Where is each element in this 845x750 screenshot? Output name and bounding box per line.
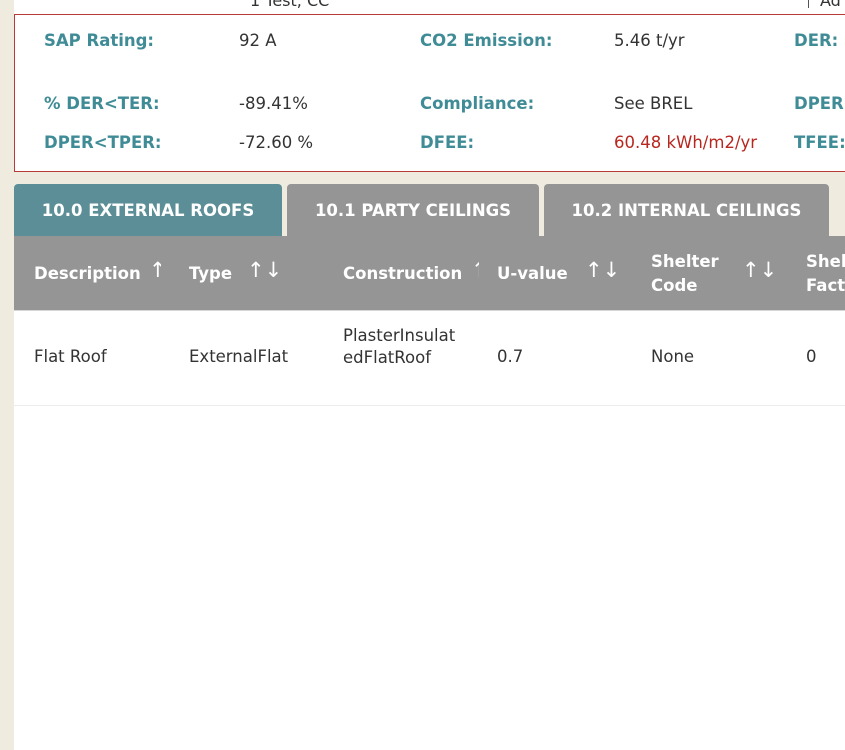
sort-arrows-icon[interactable]: ↑↓ xyxy=(149,258,161,282)
property-header-strip: 1 Test, CC Ad xyxy=(14,0,845,14)
column-label-shelter-factor-line2: Fact xyxy=(806,275,845,295)
header-divider xyxy=(808,0,809,8)
column-header-type[interactable]: Type xyxy=(189,236,249,311)
column-header-description[interactable]: Description xyxy=(34,236,142,311)
sap-rating-value: 92 A xyxy=(239,31,277,50)
der-ter-value: -89.41% xyxy=(239,94,308,113)
column-label-shelter-code: Shelter Code xyxy=(651,250,719,298)
sort-arrows-icon[interactable]: ↑↓ xyxy=(742,258,777,282)
column-label-shelter-code-line1: Shelter xyxy=(651,251,719,271)
column-label-description: Description xyxy=(34,264,141,283)
compliance-label: Compliance: xyxy=(420,94,535,113)
column-label-shelter-code-line2: Code xyxy=(651,275,698,295)
column-label-shelter-factor: Shel Fact xyxy=(806,250,845,298)
dper-tper-label: DPER<TPER: xyxy=(44,133,162,152)
external-roofs-table: Description ↑↓ Type ↑↓ Construction ↑↓ U… xyxy=(14,236,845,750)
column-label-construction: Construction xyxy=(343,264,461,283)
cell-u-value: 0.7 xyxy=(497,347,524,366)
column-header-construction[interactable]: Construction xyxy=(343,236,461,311)
sort-arrows-icon[interactable]: ↑↓ xyxy=(585,258,620,282)
sort-arrows-icon[interactable]: ↑↓ xyxy=(471,258,479,282)
column-label-shelter-factor-line1: Shel xyxy=(806,251,845,271)
column-header-u-value[interactable]: U-value xyxy=(497,236,577,311)
column-header-shelter-code[interactable]: Shelter Code xyxy=(651,236,731,311)
column-header-shelter-factor[interactable]: Shel Fact xyxy=(806,236,845,311)
tab-external-roofs[interactable]: 10.0 EXTERNAL ROOFS xyxy=(14,184,282,236)
der-label: DER: xyxy=(794,31,839,50)
cell-type: ExternalFlat xyxy=(189,347,289,366)
dfee-label: DFEE: xyxy=(420,133,475,152)
dper-label: DPER xyxy=(794,94,844,113)
column-label-u-value: U-value xyxy=(497,264,568,283)
table-row[interactable]: Flat Roof ExternalFlat PlasterInsulatedF… xyxy=(14,311,845,406)
cell-construction: PlasterInsulatedFlatRoof xyxy=(343,326,456,367)
tfee-label: TFEE: xyxy=(794,133,845,152)
header-right-text: Ad xyxy=(820,0,841,10)
co2-emission-label: CO2 Emission: xyxy=(420,31,553,50)
sort-arrows-icon[interactable]: ↑↓ xyxy=(247,258,282,282)
results-summary-panel: SAP Rating: 92 A CO2 Emission: 5.46 t/yr… xyxy=(14,14,845,172)
cell-shelter-code: None xyxy=(651,347,695,366)
dfee-value: 60.48 kWh/m2/yr xyxy=(614,133,758,152)
dper-tper-value: -72.60 % xyxy=(239,133,314,152)
cell-description: Flat Roof xyxy=(34,347,107,366)
roof-tabs: 10.0 EXTERNAL ROOFS 10.1 PARTY CEILINGS … xyxy=(14,184,845,236)
tab-internal-ceilings[interactable]: 10.2 INTERNAL CEILINGS xyxy=(544,184,829,236)
compliance-value: See BREL xyxy=(614,94,693,113)
column-label-type: Type xyxy=(189,264,233,283)
tab-party-ceilings[interactable]: 10.1 PARTY CEILINGS xyxy=(287,184,539,236)
table-header: Description ↑↓ Type ↑↓ Construction ↑↓ U… xyxy=(14,236,845,311)
cell-shelter-factor: 0 xyxy=(806,347,817,366)
page: 1 Test, CC Ad SAP Rating: 92 A CO2 Emiss… xyxy=(0,0,845,750)
property-address: 1 Test, CC xyxy=(250,0,330,10)
co2-emission-value: 5.46 t/yr xyxy=(614,31,685,50)
der-ter-label: % DER<TER: xyxy=(44,94,160,113)
sap-rating-label: SAP Rating: xyxy=(44,31,155,50)
